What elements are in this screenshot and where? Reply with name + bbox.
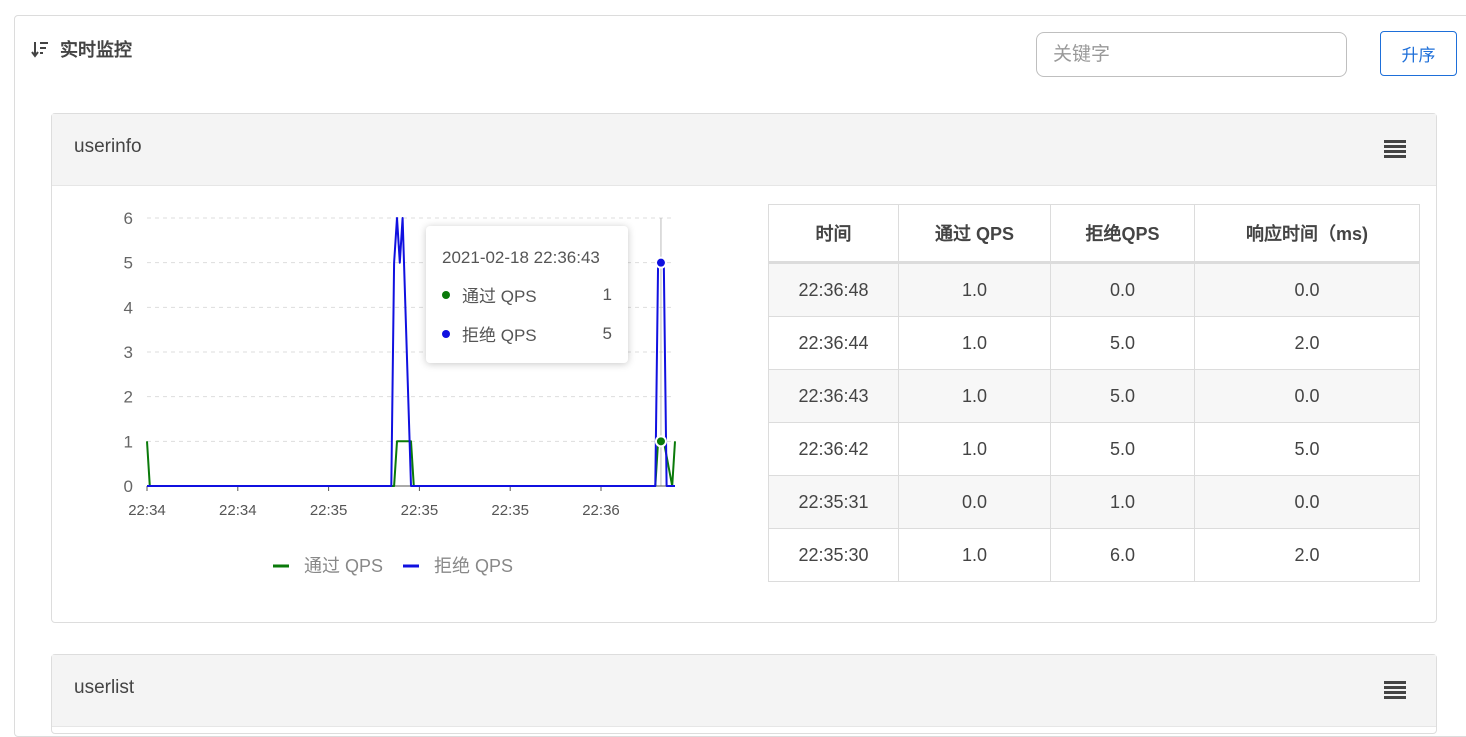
table-cell: 22:35:30 <box>768 528 899 582</box>
x-tick-label: 22:35 <box>491 502 529 519</box>
x-tick-label: 22:34 <box>128 502 166 519</box>
menu-icon[interactable] <box>1384 140 1406 158</box>
tooltip-time: 2021-02-18 22:36:43 <box>442 248 600 267</box>
highlight-point <box>654 256 667 269</box>
table-row: 22:36:48 1.0 0.0 0.0 <box>768 262 1420 317</box>
column-header-pass-qps[interactable]: 通过 QPS <box>898 204 1051 264</box>
y-tick-label: 4 <box>124 298 133 317</box>
y-tick-label: 3 <box>124 343 133 362</box>
table-cell: 22:35:31 <box>768 475 899 529</box>
resource-name: userlist <box>74 677 135 698</box>
y-tick-label: 2 <box>124 388 133 407</box>
table-cell: 5.0 <box>1194 422 1420 476</box>
sort-ascending-button[interactable]: 升序 <box>1380 31 1457 76</box>
table-cell: 22:36:43 <box>768 369 899 423</box>
table-cell: 6.0 <box>1050 528 1195 582</box>
menu-icon[interactable] <box>1384 681 1406 699</box>
tooltip-value: 5 <box>602 323 612 343</box>
y-tick-label: 5 <box>124 254 133 273</box>
legend-label: 拒绝 QPS <box>434 556 513 576</box>
table-cell: 0.0 <box>898 475 1051 529</box>
column-header-rt[interactable]: 响应时间（ms) <box>1194 204 1420 264</box>
table-cell: 5.0 <box>1050 316 1195 370</box>
legend-label: 通过 QPS <box>304 556 383 576</box>
table-cell: 0.0 <box>1194 262 1420 317</box>
table-cell: 1.0 <box>898 369 1051 423</box>
table-cell: 1.0 <box>898 316 1051 370</box>
sort-icon[interactable] <box>30 39 50 59</box>
metrics-table: 时间 通过 QPS 拒绝QPS 响应时间（ms) 22:36:48 1.0 0.0 0… <box>768 204 1420 582</box>
table-row: 22:36:43 1.0 5.0 0.0 <box>768 369 1420 423</box>
column-header-block-qps[interactable]: 拒绝QPS <box>1050 204 1195 264</box>
x-tick-label: 22:36 <box>582 502 620 519</box>
table-row: 22:35:31 0.0 1.0 0.0 <box>768 475 1420 529</box>
table-cell: 22:36:48 <box>768 262 899 317</box>
table-row: 22:35:30 1.0 6.0 2.0 <box>768 528 1420 582</box>
table-cell: 0.0 <box>1194 475 1420 529</box>
pass-dot-icon <box>442 290 450 299</box>
highlight-point <box>654 435 667 448</box>
y-tick-label: 0 <box>124 477 133 496</box>
table-cell: 1.0 <box>898 528 1051 582</box>
table-cell: 2.0 <box>1194 528 1420 582</box>
table-cell: 1.0 <box>898 422 1051 476</box>
table-header-row: 时间 通过 QPS 拒绝QPS 响应时间（ms) <box>768 204 1420 264</box>
chart-tooltip: 2021-02-18 22:36:43 通过 QPS 1 拒绝 QPS 5 <box>426 226 628 363</box>
card-header: userlist <box>52 655 1436 727</box>
tooltip-row-block: 拒绝 QPS 5 <box>442 321 612 346</box>
table-cell: 22:36:44 <box>768 316 899 370</box>
x-tick-label: 22:34 <box>219 502 257 519</box>
tooltip-row-pass: 通过 QPS 1 <box>442 282 612 307</box>
x-tick-label: 22:35 <box>310 502 348 519</box>
table-cell: 22:36:42 <box>768 422 899 476</box>
block-dot-icon <box>442 329 450 338</box>
card-header: userinfo <box>52 114 1436 186</box>
y-tick-label: 1 <box>124 432 133 451</box>
tooltip-label: 通过 QPS <box>462 287 537 306</box>
x-tick-label: 22:35 <box>401 502 439 519</box>
table-cell: 1.0 <box>898 262 1051 317</box>
search-input[interactable] <box>1036 32 1347 77</box>
table-row: 22:36:42 1.0 5.0 5.0 <box>768 422 1420 476</box>
y-tick-label: 6 <box>124 209 133 228</box>
tooltip-label: 拒绝 QPS <box>462 326 537 345</box>
table-cell: 1.0 <box>1050 475 1195 529</box>
table-cell: 5.0 <box>1050 422 1195 476</box>
resource-name: userinfo <box>74 136 142 157</box>
table-cell: 2.0 <box>1194 316 1420 370</box>
column-header-time[interactable]: 时间 <box>768 204 899 264</box>
page-title-text: 实时监控 <box>60 40 132 60</box>
table-cell: 5.0 <box>1050 369 1195 423</box>
table-row: 22:36:44 1.0 5.0 2.0 <box>768 316 1420 370</box>
page-title: 实时监控 <box>30 36 132 62</box>
table-cell: 0.0 <box>1194 369 1420 423</box>
table-cell: 0.0 <box>1050 262 1195 317</box>
tooltip-value: 1 <box>602 284 612 304</box>
resource-card-userlist: userlist <box>51 654 1437 734</box>
